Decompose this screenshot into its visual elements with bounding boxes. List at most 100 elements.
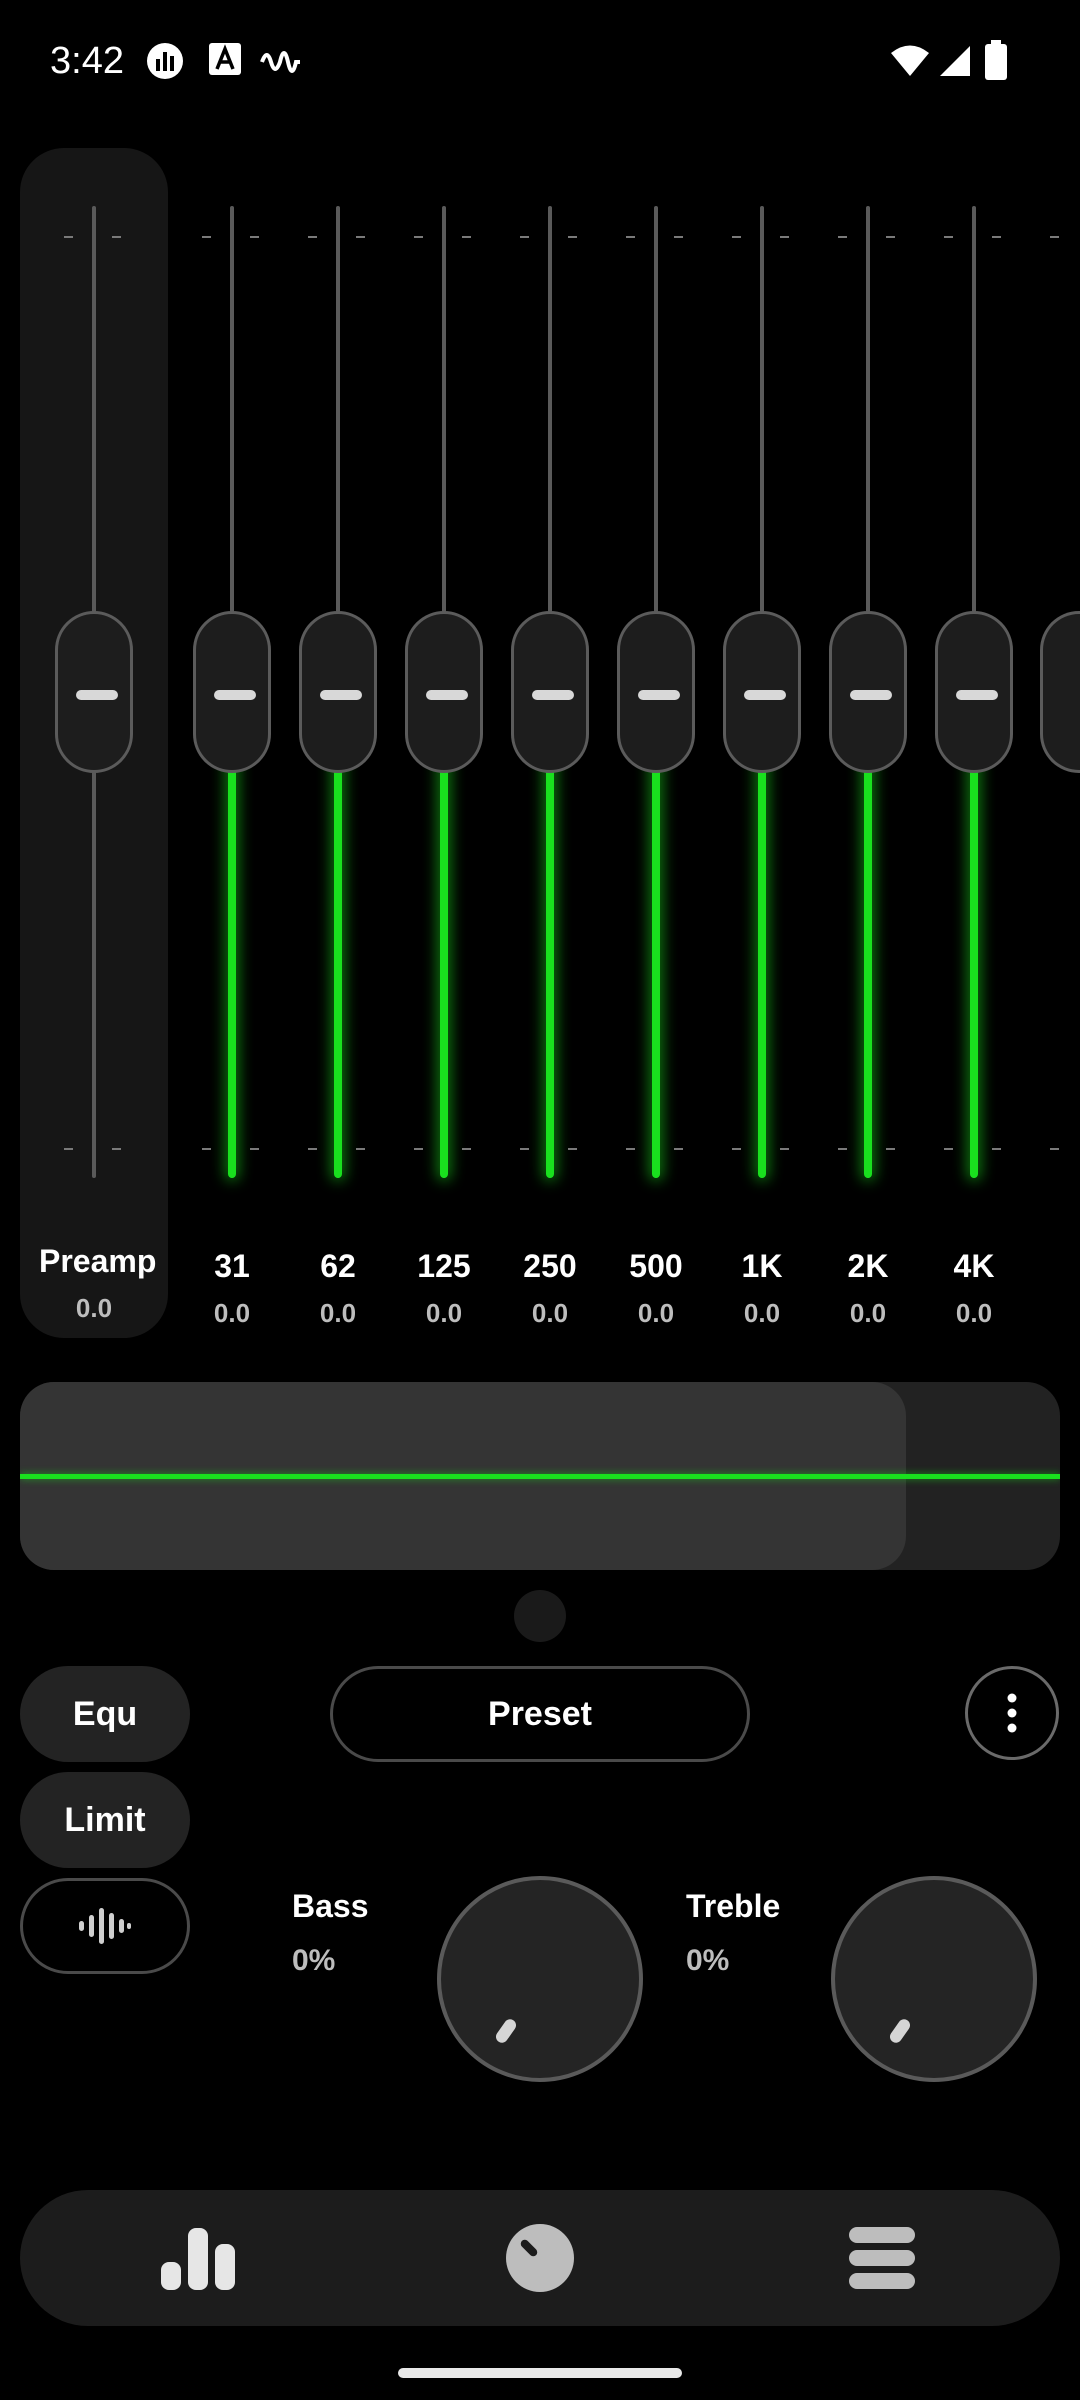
band-slider-125-thumb[interactable] xyxy=(405,611,483,773)
band-slider-500-thumb[interactable] xyxy=(617,611,695,773)
band-slider-62-tick-bottom xyxy=(308,1148,317,1150)
page-indicator xyxy=(514,1590,566,1642)
band-value-250: 0.0 xyxy=(531,1298,569,1328)
signal-icon xyxy=(940,46,970,76)
band-slider-250-tick-bottom xyxy=(568,1148,577,1150)
preamp-slider-thumb[interactable] xyxy=(55,611,133,773)
response-curve xyxy=(20,1474,1060,1479)
band-slider-62-thumb[interactable] xyxy=(299,611,377,773)
treble-knob-indicator xyxy=(887,2016,913,2046)
band-value-1k: 0.0 xyxy=(743,1298,781,1328)
band-value-500: 0.0 xyxy=(637,1298,675,1328)
home-indicator[interactable] xyxy=(398,2368,682,2378)
bottom-navigation xyxy=(20,2190,1060,2326)
band-slider-4k-thumb-grip xyxy=(956,690,998,700)
equalizer-nav-icon xyxy=(161,2228,235,2290)
band-slider-250-tick-top xyxy=(520,236,529,238)
waveform-icon xyxy=(260,51,300,73)
preamp-value: 0.0 xyxy=(75,1293,113,1323)
band-value-4k: 0.0 xyxy=(955,1298,993,1328)
status-time: 3:42 xyxy=(50,40,124,82)
bass-label: Bass xyxy=(292,1888,369,1924)
band-slider-next-tick-bottom xyxy=(1050,1148,1059,1150)
band-label-4k: 4K xyxy=(953,1248,995,1284)
band-slider-500-tick-bottom xyxy=(626,1148,635,1150)
nav-dial[interactable] xyxy=(440,2190,640,2326)
band-slider-62-tick-top xyxy=(308,236,317,238)
nav-layers[interactable] xyxy=(782,2190,982,2326)
band-slider-500-thumb-grip xyxy=(638,690,680,700)
band-slider-4k-tick-top xyxy=(992,236,1001,238)
preamp-slider-tick-top xyxy=(112,236,121,238)
band-slider-125-tick-bottom xyxy=(462,1148,471,1150)
more-options-button[interactable] xyxy=(965,1666,1059,1760)
band-slider-125-tick-top xyxy=(414,236,423,238)
band-slider-31-tick-bottom xyxy=(250,1148,259,1150)
band-slider-500-tick-top xyxy=(674,236,683,238)
band-slider-62-level-bar xyxy=(334,752,342,1178)
status-bar: 3:42 xyxy=(0,0,1080,130)
band-slider-2k-tick-top xyxy=(838,236,847,238)
band-slider-125-tick-bottom xyxy=(414,1148,423,1150)
band-slider-250-thumb[interactable] xyxy=(511,611,589,773)
band-slider-2k-tick-bottom xyxy=(838,1148,847,1150)
band-slider-4k-tick-top xyxy=(944,236,953,238)
preamp-slider-tick-bottom xyxy=(64,1148,73,1150)
nav-equalizer[interactable] xyxy=(98,2190,298,2326)
band-slider-500-tick-top xyxy=(626,236,635,238)
band-slider-125-level-bar xyxy=(440,752,448,1178)
audio-bars-icon xyxy=(79,1908,131,1944)
bass-knob[interactable] xyxy=(437,1876,643,2082)
band-slider-2k-tick-bottom xyxy=(886,1148,895,1150)
band-slider-4k-level-bar xyxy=(970,752,978,1178)
preamp-label: Preamp xyxy=(39,1243,157,1279)
preamp-slider-thumb-grip xyxy=(76,690,118,700)
band-slider-2k-level-bar xyxy=(864,752,872,1178)
band-slider-4k-tick-bottom xyxy=(944,1148,953,1150)
more-vertical-icon xyxy=(1007,1693,1017,1733)
band-label-125: 125 xyxy=(417,1248,471,1284)
band-slider-4k-thumb[interactable] xyxy=(935,611,1013,773)
preamp-slider-tick-bottom xyxy=(112,1148,121,1150)
band-slider-125-tick-top xyxy=(462,236,471,238)
band-slider-250-tick-bottom xyxy=(520,1148,529,1150)
band-slider-1k-thumb-grip xyxy=(744,690,786,700)
band-slider-2k-tick-top xyxy=(886,236,895,238)
band-value-125: 0.0 xyxy=(425,1298,463,1328)
band-slider-1k-thumb[interactable] xyxy=(723,611,801,773)
band-slider-4k-tick-bottom xyxy=(992,1148,1001,1150)
equalizer-app-icon xyxy=(147,43,183,79)
band-slider-250-tick-top xyxy=(568,236,577,238)
band-slider-1k-tick-top xyxy=(780,236,789,238)
treble-knob[interactable] xyxy=(831,1876,1037,2082)
band-label-31: 31 xyxy=(214,1248,250,1284)
band-slider-2k-thumb[interactable] xyxy=(829,611,907,773)
frequency-response-graph[interactable] xyxy=(20,1382,1060,1570)
band-label-500: 500 xyxy=(629,1248,683,1284)
band-slider-1k-tick-bottom xyxy=(780,1148,789,1150)
preset-button[interactable]: Preset xyxy=(330,1666,750,1762)
band-slider-next-tick-top xyxy=(1050,236,1059,238)
band-slider-1k-level-bar xyxy=(758,752,766,1178)
dial-nav-icon xyxy=(506,2224,574,2292)
wifi-icon xyxy=(891,45,929,76)
band-label-250: 250 xyxy=(523,1248,577,1284)
band-slider-2k-thumb-grip xyxy=(850,690,892,700)
band-slider-1k-tick-bottom xyxy=(732,1148,741,1150)
battery-icon xyxy=(985,40,1007,80)
band-slider-31-thumb-grip xyxy=(214,690,256,700)
band-slider-250-level-bar xyxy=(546,752,554,1178)
preamp-slider-tick-top xyxy=(64,236,73,238)
band-slider-1k-tick-top xyxy=(732,236,741,238)
band-slider-next-thumb xyxy=(1040,611,1080,773)
band-slider-31-thumb[interactable] xyxy=(193,611,271,773)
treble-label: Treble xyxy=(686,1888,781,1924)
band-label-62: 62 xyxy=(320,1248,356,1284)
limit-button[interactable]: Limit xyxy=(20,1772,190,1868)
band-slider-31-tick-bottom xyxy=(202,1148,211,1150)
a-badge-icon xyxy=(209,43,241,75)
band-slider-62-thumb-grip xyxy=(320,690,362,700)
equ-button[interactable]: Equ xyxy=(20,1666,190,1762)
visualizer-button[interactable] xyxy=(20,1878,190,1974)
band-value-62: 0.0 xyxy=(319,1298,357,1328)
